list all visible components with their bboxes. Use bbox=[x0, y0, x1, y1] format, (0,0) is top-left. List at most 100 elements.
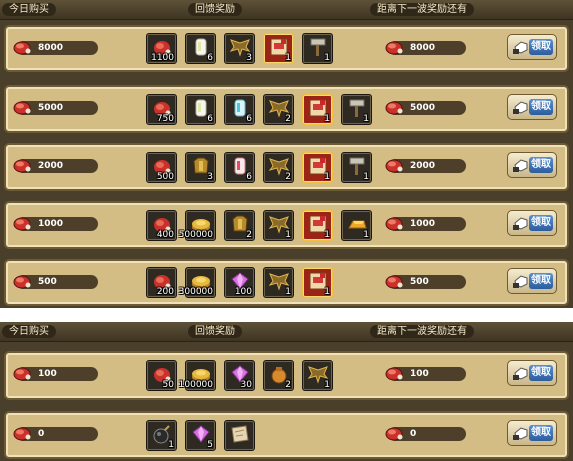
reward-item[interactable]: 1100 bbox=[146, 33, 177, 64]
meat-icon bbox=[13, 367, 31, 381]
reward-item[interactable]: 1 bbox=[302, 152, 333, 183]
claim-button[interactable]: 领取 bbox=[507, 268, 557, 294]
item-quantity: 500 bbox=[156, 172, 174, 182]
claim-button[interactable]: 领取 bbox=[507, 152, 557, 178]
purchase-amount-value: 1000 bbox=[38, 219, 64, 229]
reward-item[interactable]: 2 bbox=[263, 94, 294, 125]
reward-item[interactable]: 1 bbox=[302, 33, 333, 64]
claim-button[interactable]: 领取 bbox=[507, 34, 557, 60]
item-quantity: 1 bbox=[285, 230, 291, 240]
item-quantity: 1 bbox=[324, 53, 330, 63]
reward-row: 100 50 100000 30 2 1 100 领取 bbox=[4, 351, 569, 400]
reward-item[interactable]: 3 bbox=[224, 33, 255, 64]
reward-item[interactable]: 1 bbox=[302, 94, 333, 125]
purchase-amount: 1000 bbox=[13, 217, 98, 231]
reward-item[interactable]: 1 bbox=[302, 267, 333, 298]
item-quantity: 1 bbox=[324, 172, 330, 182]
next-reward-value: 1000 bbox=[410, 219, 436, 229]
reward-item[interactable]: 2 bbox=[263, 360, 294, 391]
item-quantity: 2 bbox=[285, 114, 291, 124]
purchase-amount-value: 2000 bbox=[38, 161, 64, 171]
reward-item[interactable]: 500000 bbox=[179, 210, 216, 241]
meat-icon bbox=[385, 217, 403, 231]
claim-button-label: 领取 bbox=[529, 99, 553, 115]
item-quantity: 2 bbox=[285, 172, 291, 182]
next-reward-amount: 1000 bbox=[385, 217, 466, 231]
reward-item[interactable]: 100000 bbox=[179, 360, 216, 391]
header-next-reward: 距离下一波奖励还有 bbox=[370, 3, 474, 16]
claim-button-label: 领取 bbox=[529, 215, 553, 231]
item-quantity: 1 bbox=[324, 114, 330, 124]
panel-header: 今日购买 回馈奖励 距离下一波奖励还有 bbox=[0, 322, 573, 342]
claim-button-label: 领取 bbox=[529, 425, 553, 441]
item-quantity: 400 bbox=[156, 230, 174, 240]
reward-item[interactable]: 1 bbox=[263, 267, 294, 298]
item-quantity: 2 bbox=[246, 230, 252, 240]
item-quantity: 100 bbox=[234, 287, 252, 297]
reward-item[interactable]: 1 bbox=[341, 152, 372, 183]
item-quantity: 1100 bbox=[151, 53, 174, 63]
meat-icon bbox=[13, 427, 31, 441]
reward-item[interactable]: 3 bbox=[185, 152, 216, 183]
next-reward-amount: 5000 bbox=[385, 101, 466, 115]
next-reward-amount: 500 bbox=[385, 275, 466, 289]
hand-pointer-icon bbox=[513, 159, 528, 172]
reward-item[interactable]: 300000 bbox=[179, 267, 216, 298]
header-next-reward: 距离下一波奖励还有 bbox=[370, 325, 474, 338]
reward-item[interactable]: 1 bbox=[302, 210, 333, 241]
item-quantity: 750 bbox=[156, 114, 174, 124]
reward-item[interactable]: 6 bbox=[224, 94, 255, 125]
reward-item[interactable] bbox=[224, 420, 255, 451]
reward-item[interactable]: 6 bbox=[224, 152, 255, 183]
item-quantity: 1 bbox=[324, 230, 330, 240]
purchase-amount: 100 bbox=[13, 367, 98, 381]
reward-item[interactable]: 1 bbox=[341, 210, 372, 241]
reward-item[interactable]: 1 bbox=[341, 94, 372, 125]
meat-icon bbox=[385, 275, 403, 289]
item-quantity: 3 bbox=[207, 172, 213, 182]
reward-item[interactable]: 1 bbox=[263, 210, 294, 241]
next-reward-value: 100 bbox=[410, 369, 429, 379]
meat-icon bbox=[13, 101, 31, 115]
hand-pointer-icon bbox=[513, 101, 528, 114]
purchase-amount-value: 0 bbox=[38, 429, 45, 439]
claim-button[interactable]: 领取 bbox=[507, 94, 557, 120]
reward-item[interactable]: 400 bbox=[146, 210, 177, 241]
meat-icon bbox=[13, 159, 31, 173]
reward-item[interactable]: 5 bbox=[185, 420, 216, 451]
item-quantity: 3 bbox=[246, 53, 252, 63]
reward-item[interactable]: 30 bbox=[224, 360, 255, 391]
reward-item[interactable]: 100 bbox=[224, 267, 255, 298]
meat-icon bbox=[13, 217, 31, 231]
item-quantity: 200 bbox=[156, 287, 174, 297]
reward-item[interactable]: 500 bbox=[146, 152, 177, 183]
panel-header: 今日购买 回馈奖励 距离下一波奖励还有 bbox=[0, 0, 573, 20]
reward-item[interactable]: 2 bbox=[224, 210, 255, 241]
reward-item[interactable]: 200 bbox=[146, 267, 177, 298]
item-quantity: 100000 bbox=[178, 380, 213, 390]
reward-item[interactable]: 6 bbox=[185, 94, 216, 125]
reward-item[interactable]: 1 bbox=[263, 33, 294, 64]
hand-pointer-icon bbox=[513, 275, 528, 288]
purchase-amount-value: 500 bbox=[38, 277, 57, 287]
reward-item[interactable]: 6 bbox=[185, 33, 216, 64]
hand-pointer-icon bbox=[513, 41, 528, 54]
claim-button-label: 领取 bbox=[529, 273, 553, 289]
next-reward-value: 2000 bbox=[410, 161, 436, 171]
hand-pointer-icon bbox=[513, 427, 528, 440]
claim-button[interactable]: 领取 bbox=[507, 360, 557, 386]
reward-item[interactable]: 1 bbox=[302, 360, 333, 391]
reward-item[interactable]: 750 bbox=[146, 94, 177, 125]
reward-item[interactable]: 2 bbox=[263, 152, 294, 183]
claim-button[interactable]: 领取 bbox=[507, 210, 557, 236]
claim-button[interactable]: 领取 bbox=[507, 420, 557, 446]
item-quantity: 6 bbox=[207, 114, 213, 124]
meat-icon bbox=[385, 101, 403, 115]
item-quantity: 6 bbox=[246, 114, 252, 124]
header-reward: 回馈奖励 bbox=[188, 325, 242, 338]
reward-item[interactable]: 50 bbox=[146, 360, 177, 391]
reward-item[interactable]: 1 bbox=[146, 420, 177, 451]
meat-icon bbox=[385, 367, 403, 381]
claim-button-label: 领取 bbox=[529, 39, 553, 55]
claim-button-label: 领取 bbox=[529, 157, 553, 173]
